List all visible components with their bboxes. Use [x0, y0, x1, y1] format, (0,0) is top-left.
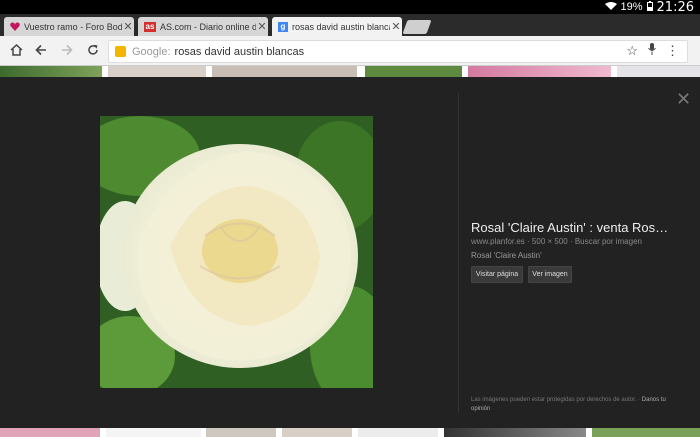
thumbnail[interactable]	[365, 66, 462, 77]
bookmark-star-icon[interactable]: ☆	[626, 43, 638, 59]
reload-icon[interactable]	[85, 42, 101, 58]
selected-pointer	[47, 77, 61, 84]
view-image-button[interactable]: Ver imagen	[528, 266, 572, 283]
thumbnail[interactable]	[106, 428, 201, 437]
panel-divider	[458, 93, 459, 413]
thumbnail[interactable]	[444, 428, 586, 437]
menu-icon[interactable]: ⋮	[666, 43, 679, 59]
thumbnail[interactable]	[592, 428, 700, 437]
omnibox-prefix: Google:	[132, 45, 171, 58]
thumbnail[interactable]	[0, 66, 102, 77]
thumbnail[interactable]	[206, 428, 276, 437]
close-tab-icon[interactable]: ✕	[390, 20, 402, 33]
heart-icon	[10, 22, 20, 32]
close-tab-icon[interactable]: ✕	[256, 20, 268, 33]
clock: 21:26	[656, 0, 694, 15]
home-icon[interactable]	[8, 42, 24, 58]
status-right: 19% 21:26	[604, 0, 694, 15]
tab-strip: Vuestro ramo - Foro Bodas ✕ as AS.com - …	[0, 14, 700, 36]
google-icon: g	[278, 21, 288, 32]
rose-preview-image[interactable]	[100, 116, 373, 388]
thumbnail[interactable]	[617, 66, 700, 77]
thumbnail-strip-bottom	[0, 428, 700, 437]
thumbnail[interactable]	[108, 66, 206, 77]
close-icon[interactable]: ✕	[676, 90, 691, 108]
tab-foro-bodas[interactable]: Vuestro ramo - Foro Bodas ✕	[4, 17, 134, 36]
result-caption: Rosal 'Claire Austin'	[471, 251, 542, 260]
address-bar[interactable]: Google: rosas david austin blancas ☆ ⋮	[108, 40, 688, 63]
tab-label: AS.com - Diario online depor	[160, 21, 256, 32]
thumbnail-strip-top	[0, 66, 700, 77]
tab-label: rosas david austin blancas	[292, 21, 390, 32]
battery-icon	[646, 0, 653, 14]
status-bar: 19% 21:26	[0, 0, 700, 15]
result-title[interactable]: Rosal 'Claire Austin' : venta Ros…	[471, 220, 671, 235]
omnibox-actions: ☆ ⋮	[626, 43, 679, 59]
thumbnail[interactable]	[282, 428, 352, 437]
copyright-notice: Las imágenes pueden estar protegidas por…	[471, 396, 681, 414]
omnibox-query: rosas david austin blancas	[174, 45, 305, 58]
thumbnail[interactable]	[212, 66, 357, 77]
wifi-icon	[604, 1, 617, 14]
tab-as-com[interactable]: as AS.com - Diario online depor ✕	[138, 17, 268, 36]
result-meta: www.planfor.es · 500 × 500 · Buscar por …	[471, 237, 642, 246]
thumbnail[interactable]	[468, 66, 611, 77]
visit-page-button[interactable]: Visitar página	[471, 266, 523, 283]
tab-label: Vuestro ramo - Foro Bodas	[24, 21, 122, 32]
search-engine-icon	[115, 46, 126, 57]
browser-toolbar: Google: rosas david austin blancas ☆ ⋮	[0, 36, 700, 66]
battery-percent: 19%	[620, 1, 643, 13]
forward-icon[interactable]	[59, 42, 75, 58]
close-tab-icon[interactable]: ✕	[122, 20, 134, 33]
back-icon[interactable]	[33, 42, 49, 58]
as-logo-icon: as	[144, 21, 156, 32]
new-tab-button[interactable]	[402, 20, 432, 34]
tab-google-search[interactable]: g rosas david austin blancas ✕	[272, 17, 402, 36]
microphone-icon[interactable]	[648, 43, 656, 59]
copyright-text: Las imágenes pueden estar protegidas por…	[471, 397, 641, 403]
thumbnail[interactable]	[0, 428, 100, 437]
thumbnail[interactable]	[358, 428, 438, 437]
